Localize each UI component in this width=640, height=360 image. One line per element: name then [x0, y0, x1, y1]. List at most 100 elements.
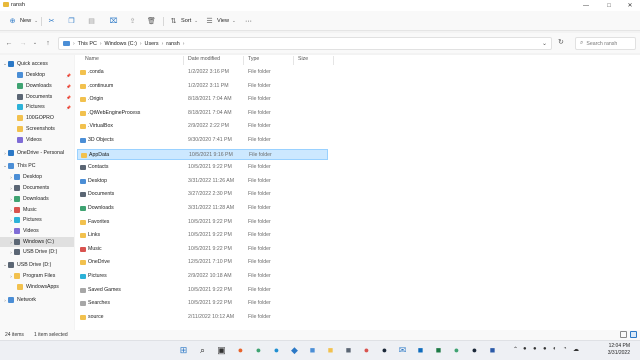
- file-row[interactable]: Favorites 10/5/2021 9:22 PM File folder: [77, 217, 328, 228]
- share-button[interactable]: ⇪: [128, 15, 137, 27]
- tray-icon[interactable]: ⌃: [513, 346, 518, 353]
- file-row[interactable]: Links 10/5/2021 9:22 PM File folder: [77, 230, 328, 241]
- minimize-icon: —: [583, 2, 589, 9]
- clock[interactable]: 12:04 PM 3/31/2022: [596, 343, 630, 357]
- file-row[interactable]: .QtWebEngineProcess 8/18/2021 7:04 AM File…: [77, 108, 328, 119]
- camera-icon[interactable]: ●: [361, 344, 372, 356]
- file-row[interactable]: Pictures 2/9/2022 10:18 AM File folder: [77, 271, 328, 282]
- view-button[interactable]: ☰ View ⌄: [205, 15, 235, 27]
- file-row[interactable]: Searches 10/5/2021 9:22 PM File folder: [77, 298, 328, 309]
- file-row[interactable]: .VirtualBox 2/9/2022 2:22 PM File folder: [77, 121, 328, 132]
- column-header-date[interactable]: Date modified: [188, 56, 220, 65]
- rename-button[interactable]: ⌧: [109, 15, 118, 27]
- outlook-icon[interactable]: ■: [415, 344, 426, 356]
- cut-button[interactable]: ✂: [47, 15, 56, 27]
- up-button[interactable]: ↑: [43, 38, 53, 48]
- back-button[interactable]: ←: [4, 38, 14, 48]
- xbox-icon[interactable]: ●: [451, 344, 462, 356]
- file-row[interactable]: Documents 3/27/2022 2:30 PM File folder: [77, 189, 328, 200]
- task-view-icon[interactable]: ▣: [216, 344, 227, 356]
- file-row[interactable]: Downloads 3/31/2022 11:28 AM File folder: [77, 203, 328, 214]
- column-header-size[interactable]: Size: [298, 56, 308, 65]
- firefox-icon[interactable]: ●: [235, 344, 246, 356]
- forward-button[interactable]: →: [18, 38, 28, 48]
- refresh-button[interactable]: ↻: [558, 38, 567, 48]
- column-header-name[interactable]: Name: [85, 56, 99, 65]
- tray-icon[interactable]: ●: [523, 346, 527, 352]
- chrome-icon[interactable]: ●: [253, 344, 264, 356]
- copy-button[interactable]: ❐: [67, 15, 76, 27]
- nav-item[interactable]: › Pictures: [0, 215, 74, 225]
- chevron-down-icon[interactable]: ⌄: [542, 40, 547, 47]
- nav-item[interactable]: Desktop 📌: [0, 70, 74, 80]
- breadcrumb-ransh[interactable]: ransh: [166, 41, 180, 47]
- file-row[interactable]: Contacts 10/5/2021 9:22 PM File folder: [77, 162, 328, 173]
- word-icon[interactable]: ■: [487, 344, 498, 356]
- nav-item[interactable]: Videos: [0, 135, 74, 145]
- mail-icon[interactable]: ✉: [397, 344, 408, 356]
- file-row[interactable]: AppData 10/5/2021 9:16 PM File folder: [77, 148, 328, 160]
- delete-button[interactable]: 🗑: [147, 15, 156, 27]
- file-row[interactable]: 3D Objects 9/30/2020 7:41 PM File folder: [77, 135, 328, 146]
- nav-item[interactable]: WindowsApps: [0, 282, 74, 292]
- nav-item[interactable]: 100GOPRO: [0, 113, 74, 123]
- nav-item[interactable]: › Music: [0, 205, 74, 215]
- file-row[interactable]: source 2/11/2022 10:12 AM File folder: [77, 312, 328, 323]
- nav-item[interactable]: › USB Drive (D:): [0, 247, 74, 257]
- tray-icon[interactable]: ●: [533, 346, 537, 352]
- windows-start-icon[interactable]: ⊞: [178, 344, 189, 356]
- nav-item[interactable]: Downloads 📌: [0, 81, 74, 91]
- nav-item[interactable]: › OneDrive - Personal: [0, 148, 74, 158]
- nav-item[interactable]: › Documents: [0, 183, 74, 193]
- close-button[interactable]: ✕: [622, 0, 638, 11]
- file-row[interactable]: Desktop 3/31/2022 11:26 AM File folder: [77, 176, 328, 187]
- breadcrumb-this-pc[interactable]: This PC: [78, 41, 97, 47]
- nav-item[interactable]: ⌄ Quick access: [0, 59, 74, 69]
- column-header-type[interactable]: Type: [248, 56, 259, 65]
- file-row[interactable]: Saved Games 10/5/2021 9:22 PM File folder: [77, 285, 328, 296]
- paste-button[interactable]: ▤: [87, 15, 96, 27]
- tiles-view-button[interactable]: [630, 331, 637, 338]
- details-view-button[interactable]: [620, 331, 627, 338]
- app-icon[interactable]: ■: [307, 344, 318, 356]
- file-row[interactable]: .continuum 1/2/2022 3:11 PM File folder: [77, 81, 328, 92]
- nav-item[interactable]: › Windows (C:): [0, 237, 74, 247]
- nav-item[interactable]: Pictures 📌: [0, 102, 74, 112]
- excel-icon[interactable]: ■: [433, 344, 444, 356]
- nav-item[interactable]: › Videos: [0, 226, 74, 236]
- nav-item[interactable]: Screenshots: [0, 124, 74, 134]
- file-row[interactable]: Music 10/5/2021 9:22 PM File folder: [77, 244, 328, 255]
- sort-button[interactable]: ⇅ Sort ⌄: [169, 15, 198, 27]
- minimize-button[interactable]: —: [578, 0, 594, 11]
- breadcrumb-windows-c[interactable]: Windows (C:): [105, 41, 137, 47]
- new-button[interactable]: ⊕ New ⌄: [8, 15, 38, 27]
- maximize-button[interactable]: □: [601, 0, 617, 11]
- address-bar[interactable]: › This PC › Windows (C:) › Users › ransh…: [58, 37, 552, 50]
- search-input[interactable]: ⌕ Search ransh: [575, 37, 636, 50]
- tray-icon[interactable]: ◐: [553, 346, 557, 352]
- tray-icon[interactable]: ☁: [573, 346, 579, 353]
- nav-item[interactable]: › Network: [0, 295, 74, 305]
- file-row[interactable]: OneDrive 12/5/2021 7:10 PM File folder: [77, 257, 328, 268]
- nav-item[interactable]: › Program Files: [0, 271, 74, 281]
- vscode-icon[interactable]: ◆: [289, 344, 300, 356]
- store-icon[interactable]: ■: [343, 344, 354, 356]
- nav-item[interactable]: ⌄ USB Drive (D:): [0, 260, 74, 270]
- nav-item[interactable]: Documents 📌: [0, 92, 74, 102]
- file-explorer-icon[interactable]: ■: [325, 344, 336, 356]
- steam-icon[interactable]: ●: [379, 344, 390, 356]
- file-type: File folder: [248, 137, 271, 143]
- file-row[interactable]: .conda 1/2/2022 3:16 PM File folder: [77, 67, 328, 78]
- tray-icon[interactable]: ●: [543, 346, 547, 352]
- breadcrumb-users[interactable]: Users: [145, 41, 159, 47]
- more-options-button[interactable]: ···: [245, 15, 252, 27]
- nav-item[interactable]: › Downloads: [0, 194, 74, 204]
- nav-item[interactable]: › Desktop: [0, 172, 74, 182]
- nav-item[interactable]: ⌄ This PC: [0, 161, 74, 171]
- edge-icon[interactable]: ●: [271, 344, 282, 356]
- steam-icon-2[interactable]: ●: [469, 344, 480, 356]
- tray-icon[interactable]: ◔: [563, 346, 567, 352]
- search-icon[interactable]: ⌕: [197, 344, 208, 356]
- file-row[interactable]: .Origin 8/18/2021 7:04 AM File folder: [77, 94, 328, 105]
- recent-locations-button[interactable]: ⌄: [30, 38, 40, 48]
